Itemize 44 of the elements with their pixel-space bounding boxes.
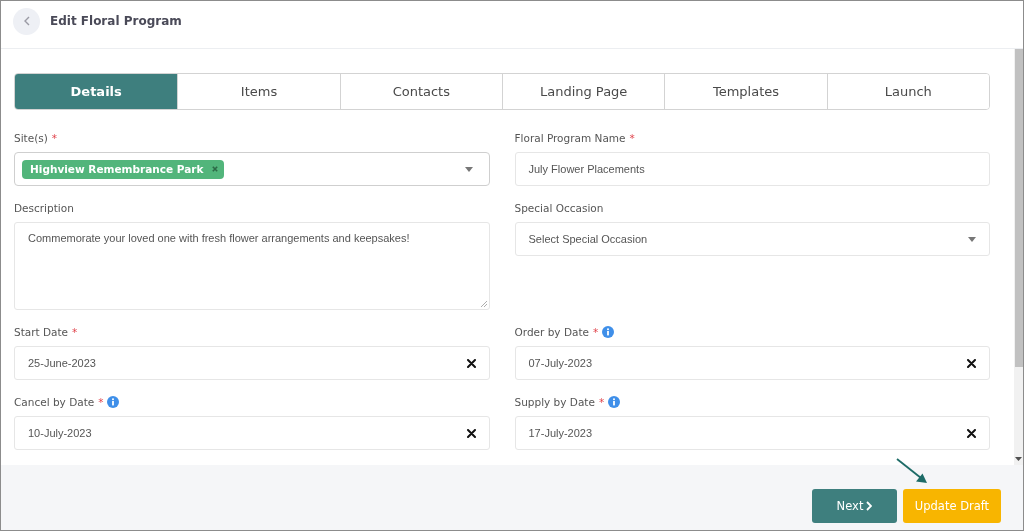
remove-icon[interactable] <box>212 166 219 172</box>
scroll-down-icon[interactable] <box>1015 457 1022 461</box>
field-label: Start Date <box>14 326 69 338</box>
required-mark: * <box>51 132 58 144</box>
field-label: Floral Program Name <box>514 132 626 144</box>
field-label: Description <box>14 202 74 214</box>
page-title: Edit Floral Program <box>50 14 182 28</box>
scrollbar[interactable] <box>1014 49 1023 465</box>
close-icon[interactable] <box>466 428 476 438</box>
info-icon[interactable] <box>107 396 120 408</box>
close-icon[interactable] <box>466 358 476 368</box>
field-label: Site(s) <box>14 132 48 144</box>
tab[interactable]: Launch <box>826 74 989 109</box>
field-label: Supply by Date <box>514 396 595 408</box>
resize-handle-icon[interactable] <box>480 301 487 307</box>
info-icon[interactable] <box>608 396 621 408</box>
chevron-left-icon <box>23 16 30 26</box>
scrollbar-thumb[interactable] <box>1014 49 1023 367</box>
required-mark: * <box>72 326 78 338</box>
required-mark: * <box>598 396 605 408</box>
back-button[interactable] <box>13 7 40 35</box>
close-icon[interactable] <box>967 358 976 368</box>
date-field[interactable]: 10-July-2023 <box>14 416 490 450</box>
caret-down-icon[interactable] <box>968 236 976 242</box>
date-field[interactable]: 07-July-2023 <box>514 346 990 380</box>
caret-down-icon[interactable] <box>464 166 473 172</box>
date-field[interactable]: 17-July-2023 <box>514 416 990 450</box>
field-label: Order by Date <box>514 326 589 338</box>
date-field[interactable]: 25-June-2023 <box>14 346 490 380</box>
description-textarea[interactable]: Commemorate your loved one with fresh flower arrangements and keepsakes! <box>14 222 490 310</box>
required-mark: * <box>98 396 104 408</box>
tab[interactable]: Details <box>15 74 178 109</box>
next-button[interactable]: Next <box>812 489 897 523</box>
annotation-arrow <box>896 458 928 485</box>
chevron-right-icon <box>866 501 873 511</box>
special-occasion-select[interactable]: Select Special Occasion <box>514 222 990 256</box>
close-icon[interactable] <box>967 428 976 438</box>
field-label: Cancel by Date <box>14 396 95 408</box>
info-icon[interactable] <box>602 326 615 338</box>
text-field[interactable]: July Flower Placements <box>514 152 990 186</box>
field-label: Special Occasion <box>514 202 604 214</box>
site-tag-label: Highview Remembrance Park <box>30 163 204 175</box>
required-mark: * <box>629 132 635 144</box>
required-mark: * <box>593 326 599 338</box>
